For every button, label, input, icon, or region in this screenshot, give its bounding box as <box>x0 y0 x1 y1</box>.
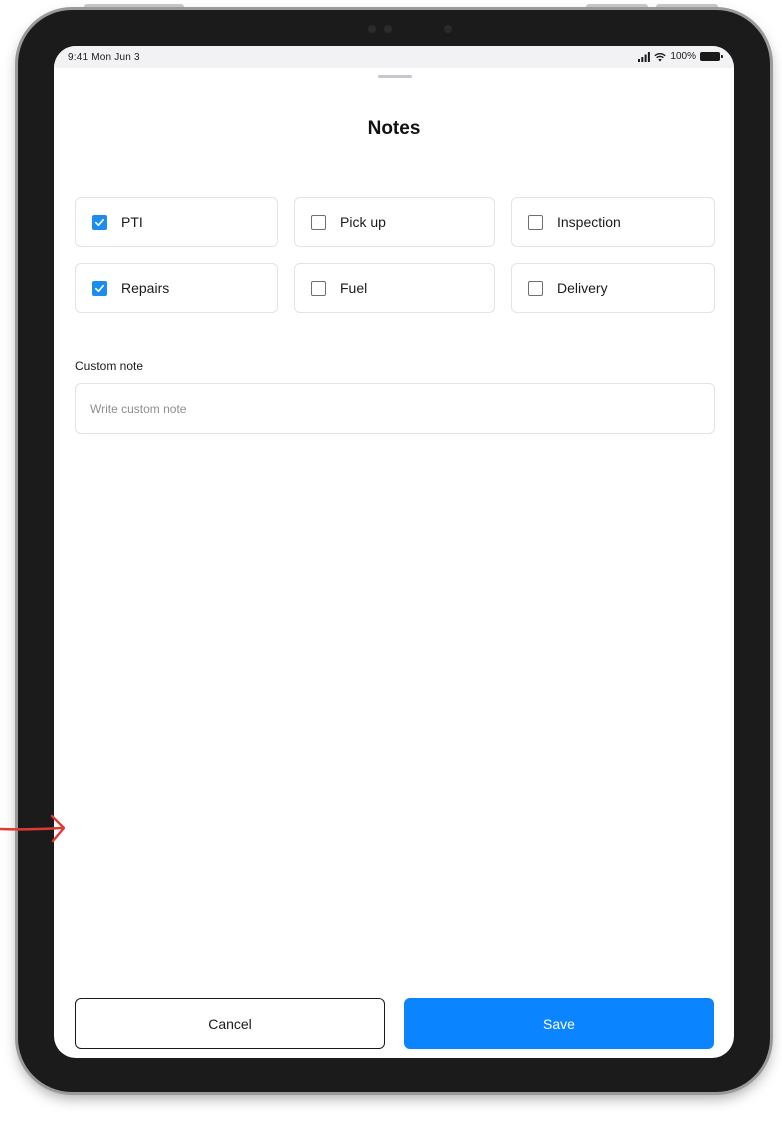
option-inspection[interactable]: Inspection <box>511 197 715 247</box>
sheet-grabber-handle[interactable] <box>378 75 412 78</box>
camera-sensor-icon <box>368 25 376 33</box>
option-label: Fuel <box>340 280 368 296</box>
stage: 9:41 Mon Jun 3 100% Notes PTI Pick up In… <box>0 0 782 1123</box>
tablet-device-frame: 9:41 Mon Jun 3 100% Notes PTI Pick up In… <box>18 10 770 1092</box>
screen: 9:41 Mon Jun 3 100% Notes PTI Pick up In… <box>54 46 734 1058</box>
status-time: 9:41 Mon Jun 3 <box>68 52 140 63</box>
option-label: Repairs <box>121 280 170 296</box>
checkbox[interactable] <box>311 214 326 230</box>
option-label: Inspection <box>557 214 621 230</box>
option-label: Delivery <box>557 280 608 296</box>
battery-percentage: 100% <box>670 51 696 62</box>
cellular-signal-icon <box>638 51 651 62</box>
checkbox[interactable] <box>528 280 543 296</box>
save-button[interactable]: Save <box>404 998 714 1049</box>
option-pti[interactable]: PTI <box>75 197 278 247</box>
option-delivery[interactable]: Delivery <box>511 263 715 313</box>
camera-sensor-icon <box>384 25 392 33</box>
camera-lens-icon <box>444 25 452 33</box>
option-label: PTI <box>121 214 143 230</box>
checkbox[interactable] <box>528 214 543 230</box>
option-fuel[interactable]: Fuel <box>294 263 495 313</box>
cancel-button[interactable]: Cancel <box>75 998 385 1049</box>
option-repairs[interactable]: Repairs <box>75 263 278 313</box>
option-label: Pick up <box>340 214 386 230</box>
note-options-grid: PTI Pick up Inspection Repairs Fuel Deli… <box>75 197 715 313</box>
checkbox[interactable] <box>311 280 326 296</box>
option-pick-up[interactable]: Pick up <box>294 197 495 247</box>
camera-housing <box>358 22 468 36</box>
battery-icon <box>700 52 723 61</box>
wifi-icon <box>654 52 667 61</box>
checkbox[interactable] <box>92 214 107 230</box>
custom-note-input[interactable] <box>75 383 715 434</box>
checkmark-icon <box>95 218 104 226</box>
checkbox[interactable] <box>92 280 107 296</box>
sheet-title: Notes <box>367 118 421 139</box>
status-indicators: 100% <box>638 51 723 62</box>
annotation-arrow-icon <box>0 814 66 843</box>
checkmark-icon <box>95 284 104 292</box>
custom-note-label: Custom note <box>75 359 144 373</box>
status-bar: 9:41 Mon Jun 3 100% <box>54 46 734 68</box>
